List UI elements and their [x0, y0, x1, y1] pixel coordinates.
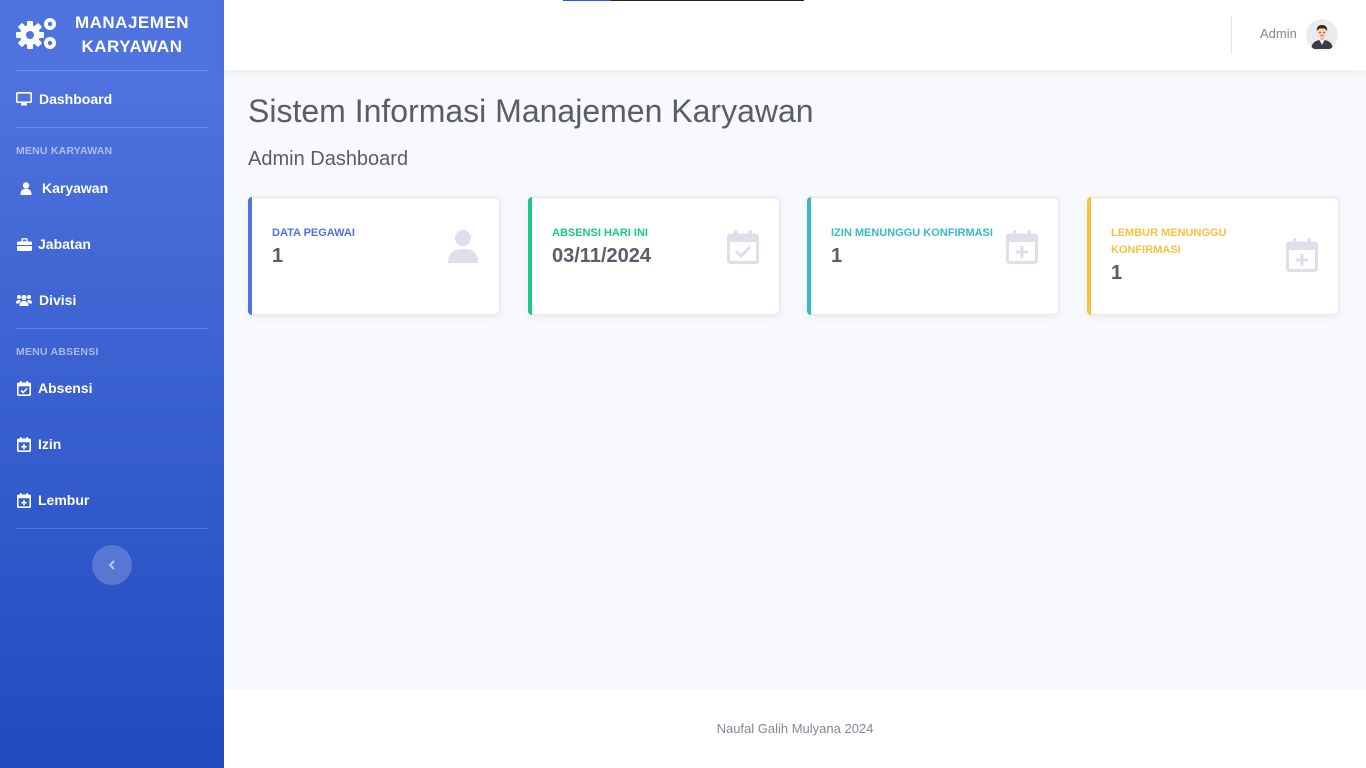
- sidebar-item-karyawan[interactable]: Karyawan: [0, 168, 224, 208]
- topbar-accent: [563, 0, 611, 1]
- sidebar: MANAJEMEN KARYAWAN Dashboard MENU KARYAW…: [0, 0, 224, 768]
- sidebar-item-label: Dashboard: [39, 91, 113, 107]
- topbar-accent: [611, 0, 804, 1]
- sidebar-item-izin[interactable]: Izin: [0, 424, 224, 464]
- card-title: ABSENSI HARI INI: [552, 227, 648, 239]
- topbar-divider: [1231, 16, 1232, 54]
- sidebar-item-label: Divisi: [39, 292, 77, 308]
- footer: Naufal Galih Mulyana 2024: [224, 690, 1366, 768]
- sidebar-divider: [16, 127, 208, 128]
- user-name[interactable]: Admin: [1260, 26, 1297, 41]
- sidebar-divider: [16, 528, 208, 529]
- sidebar-item-label: Karyawan: [42, 180, 109, 196]
- users-icon: [16, 292, 32, 308]
- chevron-left-icon: [108, 560, 115, 570]
- brand-title: MANAJEMEN KARYAWAN: [72, 11, 192, 59]
- brand-title-line2: KARYAWAN: [81, 37, 183, 56]
- sidebar-item-label: Lembur: [38, 492, 90, 508]
- cogs-icon: [16, 18, 56, 49]
- sidebar-heading-karyawan: MENU KARYAWAN: [16, 145, 113, 157]
- sidebar-item-dashboard[interactable]: Dashboard: [0, 79, 224, 119]
- sidebar-item-divisi[interactable]: Divisi: [0, 280, 224, 320]
- card-lembur-menunggu: LEMBUR MENUNGGU KONFIRMASI 1: [1087, 197, 1339, 315]
- sidebar-item-label: Absensi: [38, 380, 93, 396]
- briefcase-icon: [16, 236, 32, 252]
- topbar: Admin: [224, 0, 1366, 70]
- calendar-plus-icon: [1286, 238, 1318, 272]
- card-accent-bar: [248, 197, 252, 315]
- user-icon: [18, 180, 34, 196]
- sidebar-divider: [16, 328, 208, 329]
- brand-title-line1: MANAJEMEN: [74, 13, 190, 32]
- card-accent-bar: [1087, 197, 1091, 315]
- card-value: 1: [272, 245, 284, 267]
- sidebar-item-absensi[interactable]: Absensi: [0, 368, 224, 408]
- sidebar-brand[interactable]: MANAJEMEN KARYAWAN: [0, 0, 224, 70]
- sidebar-item-label: Jabatan: [38, 236, 91, 252]
- card-title: LEMBUR MENUNGGU KONFIRMASI: [1111, 227, 1227, 256]
- card-data-pegawai: DATA PEGAWAI 1: [248, 197, 500, 315]
- card-value: 03/11/2024: [552, 245, 651, 267]
- card-izin-menunggu: IZIN MENUNGGU KONFIRMASI 1: [807, 197, 1059, 315]
- user-icon: [448, 230, 478, 263]
- sidebar-item-lembur[interactable]: Lembur: [0, 480, 224, 520]
- footer-copyright: Naufal Galih Mulyana 2024: [716, 721, 874, 736]
- avatar[interactable]: [1306, 19, 1338, 51]
- desktop-icon: [16, 91, 32, 107]
- card-value: 1: [831, 245, 843, 267]
- sidebar-toggle-button[interactable]: [92, 545, 132, 585]
- calendar-plus-icon: [16, 492, 32, 508]
- page-subtitle: Admin Dashboard: [248, 148, 409, 170]
- card-title: DATA PEGAWAI: [272, 227, 355, 239]
- card-accent-bar: [807, 197, 811, 315]
- page-title: Sistem Informasi Manajemen Karyawan: [248, 93, 814, 129]
- card-value: 1: [1111, 262, 1123, 284]
- sidebar-divider: [16, 70, 208, 71]
- card-accent-bar: [528, 197, 532, 315]
- sidebar-heading-absensi: MENU ABSENSI: [16, 346, 99, 358]
- calendar-plus-icon: [1006, 230, 1038, 264]
- calendar-check-icon: [16, 380, 32, 396]
- sidebar-item-jabatan[interactable]: Jabatan: [0, 224, 224, 264]
- card-absensi-hari-ini: ABSENSI HARI INI 03/11/2024: [528, 197, 780, 315]
- card-title: IZIN MENUNGGU KONFIRMASI: [831, 227, 993, 239]
- calendar-check-icon: [727, 230, 759, 264]
- calendar-plus-icon: [16, 436, 32, 452]
- sidebar-item-label: Izin: [38, 436, 62, 452]
